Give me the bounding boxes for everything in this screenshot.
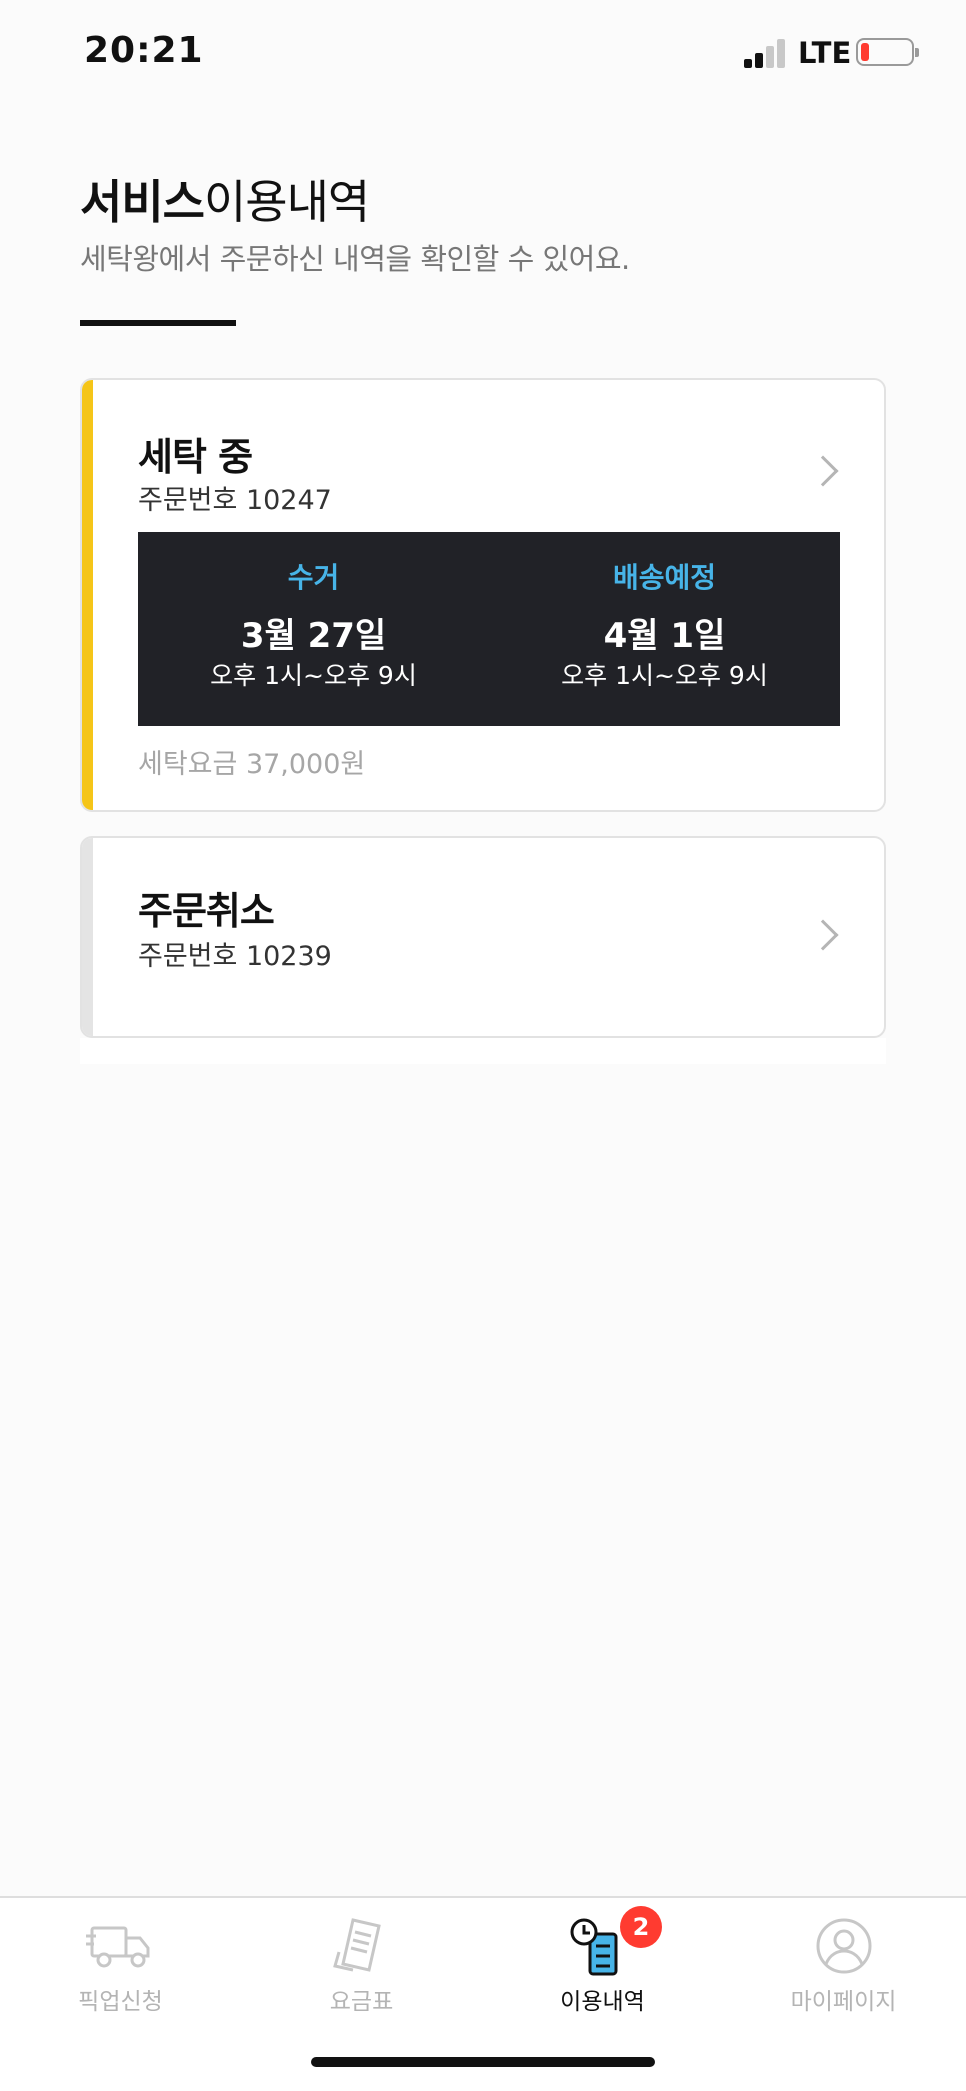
battery-icon: [856, 38, 919, 66]
title-underline: [80, 320, 236, 326]
battery-level: [861, 43, 869, 61]
order-status-accent: [82, 380, 93, 810]
receipt-icon: [332, 1918, 381, 1972]
screen: 20:21 LTE 서비스이용내역 세탁왕에서 주문하신 내역을 확인할 수 있…: [0, 0, 966, 2091]
signal-icon: [744, 38, 788, 68]
order-card[interactable]: 세탁 중 주문번호 10247 수거 3월 27일 오후 1시~오후 9시 배송…: [80, 378, 886, 812]
chevron-right-icon[interactable]: [807, 455, 839, 487]
page-title-strong: 서비스: [80, 175, 205, 229]
pickup-label: 수거: [287, 561, 340, 594]
delivery-schedule: 배송예정 4월 1일 오후 1시~오후 9시: [489, 532, 840, 726]
pickup-schedule: 수거 3월 27일 오후 1시~오후 9시: [138, 532, 489, 726]
delivery-date: 4월 1일: [603, 616, 726, 656]
tab-my-page[interactable]: 마이페이지: [723, 1898, 964, 2038]
order-card[interactable]: 주문취소 주문번호 10239: [80, 836, 886, 1038]
order-fee: 세탁요금 37,000원: [138, 749, 366, 780]
notification-badge: 2: [620, 1906, 662, 1948]
page-title: 서비스이용내역: [80, 166, 370, 232]
schedule-panel: 수거 3월 27일 오후 1시~오후 9시 배송예정 4월 1일 오후 1시~오…: [138, 532, 840, 726]
tab-price-list[interactable]: 요금표: [241, 1898, 482, 2038]
page-subtitle: 세탁왕에서 주문하신 내역을 확인할 수 있어요.: [80, 242, 630, 276]
tab-label: 마이페이지: [790, 1989, 897, 2015]
delivery-label: 배송예정: [612, 561, 717, 594]
order-number: 주문번호 10247: [138, 485, 332, 516]
tab-label: 요금표: [329, 1989, 394, 2015]
status-time: 20:21: [84, 30, 204, 71]
tab-pickup-request[interactable]: 픽업신청: [0, 1898, 241, 2038]
delivery-time: 오후 1시~오후 9시: [561, 661, 768, 690]
order-status: 세탁 중: [138, 435, 253, 479]
home-indicator[interactable]: [311, 2057, 655, 2067]
tab-label: 이용내역: [560, 1989, 645, 2015]
tab-usage-history[interactable]: 2 이용내역: [482, 1898, 723, 2038]
order-status: 주문취소: [138, 889, 275, 933]
network-type: LTE: [798, 36, 852, 70]
order-number: 주문번호 10239: [138, 941, 332, 972]
status-bar: 20:21 LTE: [0, 0, 966, 108]
page-title-light: 이용내역: [203, 175, 370, 229]
order-status-accent: [82, 838, 93, 1036]
user-icon: [816, 1918, 871, 1974]
tab-label: 픽업신청: [78, 1989, 163, 2015]
pickup-date: 3월 27일: [240, 616, 387, 656]
list-footer: [80, 1038, 886, 1064]
pickup-time: 오후 1시~오후 9시: [210, 661, 417, 690]
chevron-right-icon[interactable]: [807, 919, 839, 951]
truck-icon: [85, 1926, 149, 1968]
